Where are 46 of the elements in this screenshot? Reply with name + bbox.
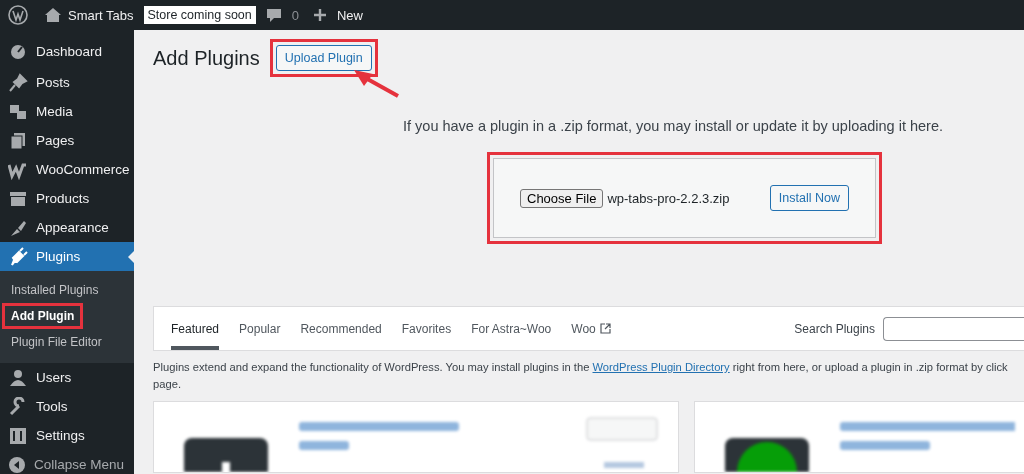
filter-tab[interactable]: Featured — [171, 307, 220, 350]
comment-count: 0 — [291, 7, 299, 23]
description-text: page. — [153, 377, 181, 392]
plugin-directory-link[interactable]: WordPress Plugin Directory — [592, 361, 730, 373]
filter-tab[interactable]: Woo — [571, 307, 611, 350]
pages-icon — [8, 130, 28, 151]
filter-tab[interactable]: Recommended — [300, 307, 382, 350]
sidebar-item[interactable]: Posts — [0, 68, 134, 97]
upload-instructions: If you have a plugin in a .zip format, you may install or update it by uploading it here. — [403, 118, 945, 134]
sidebar-item[interactable]: Users — [0, 363, 134, 392]
sidebar-item[interactable]: Dashboard — [0, 34, 134, 68]
site-name[interactable]: Smart Tabs — [68, 7, 134, 23]
submenu-item[interactable]: Add Plugin — [5, 306, 81, 326]
search-field[interactable] — [883, 316, 1024, 341]
plus-icon[interactable] — [313, 8, 327, 22]
submenu-item[interactable]: Installed Plugins — [5, 280, 105, 300]
external-link-icon — [599, 323, 611, 334]
page-title: Add Plugins — [153, 46, 260, 70]
sidebar-item[interactable]: Products — [0, 184, 134, 213]
sidebar-item[interactable]: Media — [0, 97, 134, 126]
choose-file-button[interactable]: Choose File — [520, 188, 604, 208]
description-text: Plugins extend and expand the functionality of WordPress. You may install plugins in the WordPress Plugin Directory right from here, or upload a plugin in .zip format by click — [153, 360, 1009, 375]
filter-tab[interactable]: For Astra~Woo — [471, 307, 552, 350]
filter-tab[interactable]: Popular — [239, 307, 281, 350]
pin-icon — [8, 72, 28, 93]
comment-icon[interactable] — [265, 7, 282, 23]
new-menu[interactable]: New — [337, 7, 363, 23]
sidebar-item[interactable]: Plugins — [0, 242, 134, 271]
upload-plugin-button[interactable]: Upload Plugin — [275, 45, 372, 71]
wordpress-logo-icon[interactable] — [8, 5, 28, 25]
install-now-button[interactable]: Install Now — [769, 185, 849, 211]
sidebar-item[interactable]: WooCommerce — [0, 155, 134, 184]
collapse-menu-button[interactable]: Collapse Menu — [0, 450, 134, 474]
file-name: wp-tabs-pro-2.2.3.zip — [607, 190, 730, 206]
sidebar-item[interactable]: Appearance — [0, 213, 134, 242]
home-icon[interactable] — [44, 6, 62, 24]
sidebar-item[interactable]: Settings — [0, 421, 134, 450]
settings-icon — [8, 425, 28, 446]
user-icon — [8, 367, 28, 388]
store-status: Store coming soon — [143, 6, 256, 24]
sidebar-item[interactable]: Pages — [0, 126, 134, 155]
sidebar-item[interactable]: Tools — [0, 392, 134, 421]
search-label: Search Plugins — [794, 321, 875, 336]
submenu-item[interactable]: Plugin File Editor — [5, 332, 108, 352]
filter-tab[interactable]: Favorites — [401, 307, 452, 350]
plug-icon — [8, 246, 28, 267]
